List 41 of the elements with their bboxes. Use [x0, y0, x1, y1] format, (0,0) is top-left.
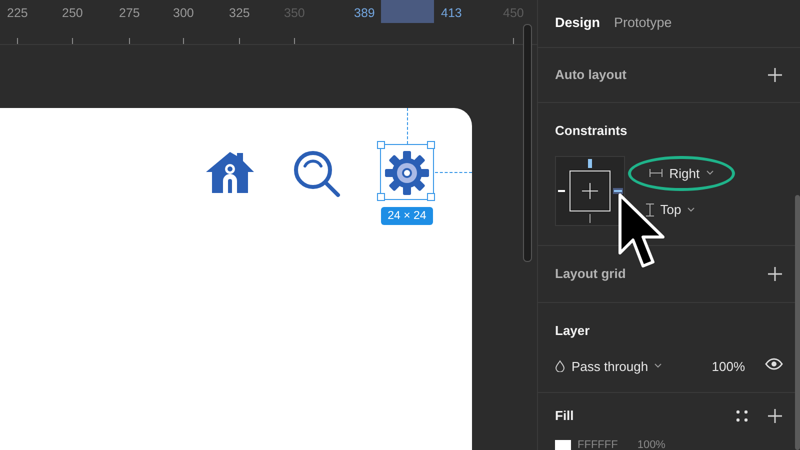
search-icon — [293, 150, 341, 198]
panel-tab[interactable]: Design — [555, 13, 600, 34]
constraint-widget[interactable] — [555, 156, 625, 226]
constraint-dropdown[interactable]: Right — [628, 156, 735, 191]
ruler-number: 275 — [119, 5, 140, 22]
section-title: Layout grid — [555, 265, 626, 284]
add-icon[interactable] — [767, 67, 783, 83]
ruler-number: 413 — [441, 5, 462, 22]
blend-mode-dropdown[interactable]: Pass through — [572, 356, 662, 376]
color-swatch[interactable] — [555, 440, 571, 450]
panel-tab[interactable]: Prototype — [614, 13, 672, 34]
caret-icon — [654, 363, 662, 370]
add-icon[interactable] — [767, 408, 783, 424]
ruler-number: 225 — [7, 5, 28, 22]
section-title: Fill — [555, 407, 574, 426]
size-label: 24 × 24 — [381, 207, 433, 225]
scrollbar[interactable] — [795, 195, 800, 450]
color-hex: FFFFFF — [578, 439, 618, 450]
scrollbar[interactable] — [523, 24, 532, 262]
caret-icon — [687, 206, 696, 213]
home-icon — [205, 150, 255, 195]
guide-line — [407, 108, 408, 144]
selection-box[interactable] — [380, 144, 434, 200]
guide-line — [435, 172, 472, 173]
fill-opacity: 100% — [637, 439, 666, 450]
section-title: Auto layout — [555, 66, 626, 84]
ruler-number: 389 — [354, 5, 375, 22]
drop-icon — [555, 360, 565, 372]
grid-dots-icon[interactable] — [736, 410, 748, 422]
ruler-number: 250 — [62, 5, 83, 22]
height-icon — [646, 202, 654, 217]
opacity-value: 100% — [712, 358, 745, 376]
width-icon — [649, 169, 664, 178]
section-title: Layer — [555, 322, 591, 340]
add-icon[interactable] — [767, 266, 783, 282]
selection-highlight — [381, 0, 434, 23]
gear-icon — [384, 150, 430, 196]
ruler-number: 300 — [173, 5, 194, 22]
caret-icon — [706, 170, 714, 176]
ruler-number: 325 — [229, 5, 250, 22]
section-title: Constraints — [555, 122, 628, 140]
